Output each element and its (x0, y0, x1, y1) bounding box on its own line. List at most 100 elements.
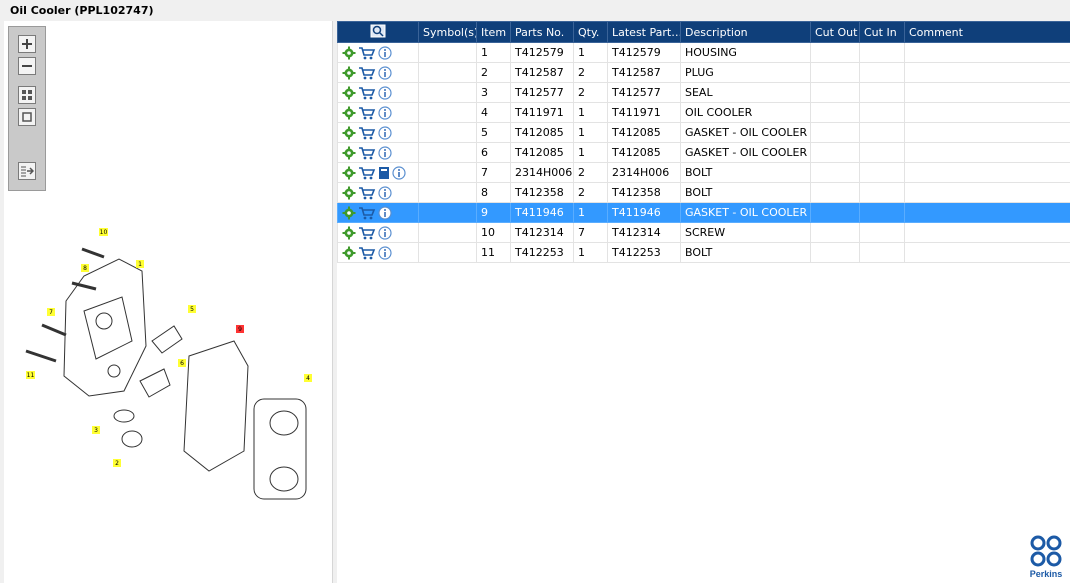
shopping-cart-icon[interactable] (358, 86, 376, 100)
gasket-6-drawing (139, 368, 171, 398)
table-row[interactable]: 5 T412085 1 T412085 GASKET - OIL COOLER (337, 122, 1070, 143)
shopping-cart-icon[interactable] (358, 106, 376, 120)
parts-no-cell: T411946 (510, 202, 574, 223)
shopping-cart-icon[interactable] (358, 226, 376, 240)
svg-text:9: 9 (238, 326, 242, 333)
column-header-latest-part[interactable]: Latest Part… (607, 21, 681, 43)
row-action-icons (342, 185, 414, 200)
export-arrow-icon (21, 166, 34, 177)
zoom-in-button[interactable] (18, 35, 36, 53)
callout-8[interactable]: 8 (81, 264, 89, 272)
table-row[interactable]: 11 T412253 1 T412253 BOLT (337, 242, 1070, 263)
cut-in-cell (859, 142, 905, 163)
column-header-description[interactable]: Description (680, 21, 811, 43)
qty-cell: 1 (573, 242, 608, 263)
column-header-cut-out[interactable]: Cut Out (810, 21, 860, 43)
callout-4[interactable]: 4 (304, 374, 312, 382)
table-row[interactable]: 9T4119461T411946GASKET - OIL COOLER CO (337, 202, 1070, 223)
symbols-cell (418, 242, 477, 263)
gear-icon[interactable] (342, 206, 356, 220)
info-icon[interactable] (378, 65, 392, 80)
gear-icon[interactable] (342, 66, 356, 80)
table-row[interactable]: 8 T412358 2 T412358 BOLT (337, 182, 1070, 203)
callout-5[interactable]: 5 (188, 305, 196, 313)
table-row[interactable]: 4 T411971 1 T411971 OIL COOLER (337, 102, 1070, 123)
table-row[interactable]: 6 T412085 1 T412085 GASKET - OIL COOLER (337, 142, 1070, 163)
cut-out-cell (810, 242, 860, 263)
column-header-symbols[interactable]: Symbol(s) (418, 21, 477, 43)
item-cell: 11 (476, 242, 511, 263)
table-row[interactable]: 7 2314H006 2 2314H006 BOLT (337, 162, 1070, 183)
gear-icon[interactable] (342, 166, 356, 180)
gear-icon[interactable] (342, 46, 356, 60)
shopping-cart-icon[interactable] (358, 246, 376, 260)
parts-no-cell: T412358 (510, 182, 574, 203)
info-icon[interactable] (378, 85, 392, 100)
book-icon[interactable] (378, 166, 390, 180)
callout-7[interactable]: 7 (47, 308, 55, 316)
table-row[interactable]: 3 T412577 2 T412577 SEAL (337, 82, 1070, 103)
zoom-out-button[interactable] (18, 57, 36, 75)
info-icon[interactable] (392, 165, 406, 180)
column-header-actions[interactable] (337, 21, 419, 43)
symbols-cell (418, 102, 477, 123)
row-actions-cell (337, 62, 419, 83)
parts-no-cell: 2314H006 (510, 162, 574, 183)
gasket-5-drawing (151, 325, 183, 354)
latest-part-cell: T411971 (607, 102, 681, 123)
fit-window-button[interactable] (18, 108, 36, 126)
comment-cell (904, 242, 1070, 263)
item-cell: 9 (476, 202, 511, 223)
comment-cell (904, 62, 1070, 83)
grid-icon (22, 90, 32, 100)
callout-9[interactable]: 9 (236, 325, 244, 333)
export-button[interactable] (18, 162, 36, 180)
column-header-qty[interactable]: Qty. (573, 21, 608, 43)
callout-1[interactable]: 1 (136, 260, 144, 268)
comment-cell (904, 122, 1070, 143)
cut-out-cell (810, 102, 860, 123)
column-header-item[interactable]: Item (476, 21, 511, 43)
square-icon (22, 112, 32, 122)
info-icon[interactable] (378, 225, 392, 240)
table-row[interactable]: 1 T412579 1 T412579 HOUSING (337, 42, 1070, 63)
latest-part-cell: T412577 (607, 82, 681, 103)
row-actions-cell (337, 122, 419, 143)
info-icon[interactable] (378, 145, 392, 160)
shopping-cart-icon[interactable] (358, 126, 376, 140)
callout-11[interactable]: 11 (26, 371, 35, 379)
fit-all-button[interactable] (18, 86, 36, 104)
shopping-cart-icon[interactable] (358, 206, 376, 220)
info-icon[interactable] (378, 45, 392, 60)
qty-cell: 1 (573, 122, 608, 143)
gear-icon[interactable] (342, 106, 356, 120)
column-header-comment[interactable]: Comment (904, 21, 1070, 43)
gear-icon[interactable] (342, 186, 356, 200)
shopping-cart-icon[interactable] (358, 186, 376, 200)
row-actions-cell (337, 182, 419, 203)
gear-icon[interactable] (342, 86, 356, 100)
gear-icon[interactable] (342, 246, 356, 260)
table-row[interactable]: 2 T412587 2 T412587 PLUG (337, 62, 1070, 83)
callout-2[interactable]: 2 (113, 459, 121, 467)
info-icon[interactable] (378, 245, 392, 260)
callout-6[interactable]: 6 (178, 359, 186, 367)
callout-3[interactable]: 3 (92, 426, 100, 434)
gear-icon[interactable] (342, 146, 356, 160)
gear-icon[interactable] (342, 126, 356, 140)
shopping-cart-icon[interactable] (358, 166, 376, 180)
shopping-cart-icon[interactable] (358, 66, 376, 80)
shopping-cart-icon[interactable] (358, 46, 376, 60)
callout-10[interactable]: 10 (99, 228, 108, 236)
illustration-pane[interactable]: 10 1 8 5 7 9 11 6 4 3 2 (4, 21, 333, 583)
info-icon[interactable] (378, 185, 392, 200)
info-icon[interactable] (378, 205, 392, 220)
info-icon[interactable] (378, 125, 392, 140)
gear-icon[interactable] (342, 226, 356, 240)
info-icon[interactable] (378, 105, 392, 120)
housing-drawing (63, 258, 147, 397)
column-header-cut-in[interactable]: Cut In (859, 21, 905, 43)
column-header-parts-no[interactable]: Parts No. (510, 21, 574, 43)
table-row[interactable]: 10 T412314 7 T412314 SCREW (337, 222, 1070, 243)
shopping-cart-icon[interactable] (358, 146, 376, 160)
